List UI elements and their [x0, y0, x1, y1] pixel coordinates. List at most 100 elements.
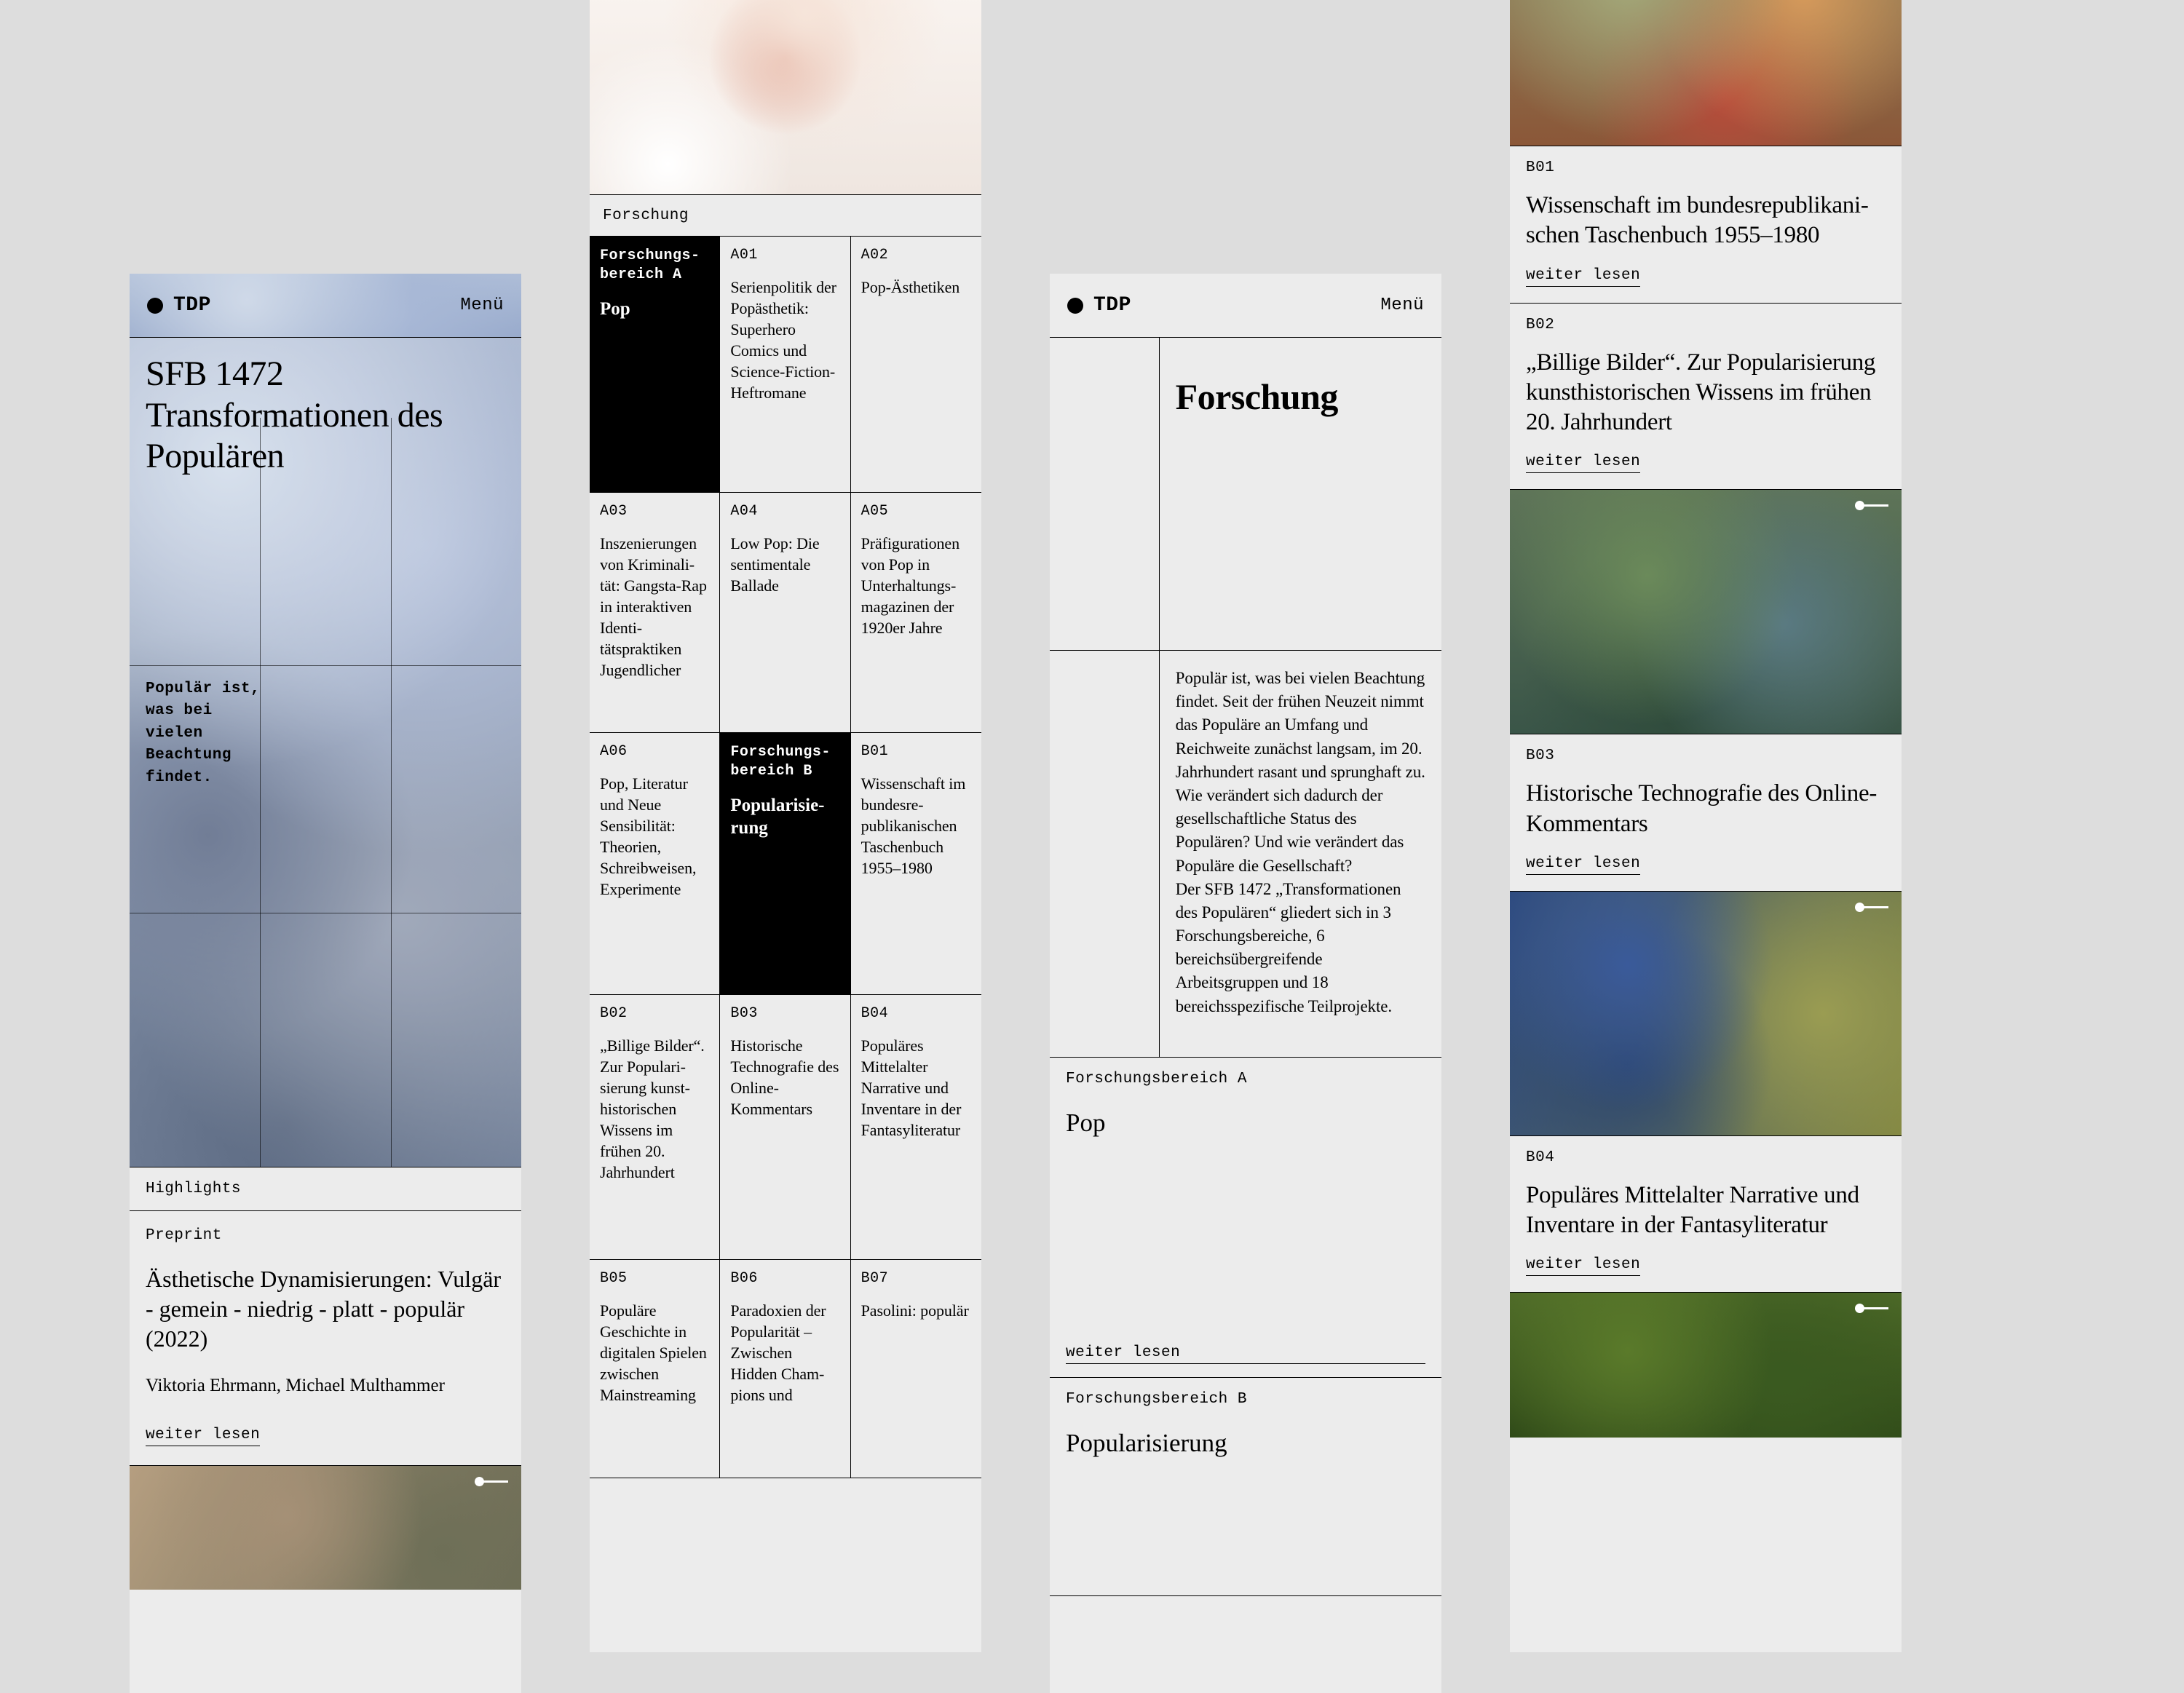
area-kicker: Forschungsbereich A	[1066, 1071, 1425, 1087]
screen-project-list: B01 Wissenschaft im bundesrepublikani­sc…	[1510, 0, 1902, 1652]
hero: SFB 1472 Transformationen des Populären …	[130, 338, 521, 1167]
top-image	[590, 0, 981, 195]
area-kicker: Forschungsbereich B	[1066, 1391, 1425, 1408]
area-label: Forschungs- bereich A	[600, 247, 709, 285]
project-cell[interactable]: A02 Pop-Ästheti­ken	[851, 237, 981, 493]
project-title: Historische Technografie des Online-Komm…	[730, 1035, 839, 1119]
readmore-link[interactable]: weiter lesen	[1526, 267, 1640, 287]
project-card[interactable]: B01 Wissenschaft im bundesrepublikani­sc…	[1510, 146, 1902, 303]
project-card[interactable]: B03 Historische Technografie des Online-…	[1510, 734, 1902, 891]
project-cell[interactable]: A04 Low Pop: Die sentimentale Ballade	[720, 493, 850, 733]
project-code: B04	[861, 1005, 971, 1022]
readmore-link[interactable]: weiter lesen	[1526, 453, 1640, 473]
page-title-row: Forschung	[1050, 338, 1441, 651]
readmore-link[interactable]: weiter lesen	[146, 1427, 260, 1446]
menu-button[interactable]: Menü	[1380, 296, 1424, 315]
project-title: „Billige Bilder“. Zur Populari­sierung k…	[600, 1035, 709, 1183]
area-title: Pop	[1066, 1108, 1425, 1138]
area-name: Pop	[600, 298, 709, 320]
menu-button[interactable]: Menü	[460, 296, 504, 315]
highlights-label: Highlights	[130, 1167, 521, 1211]
project-code: B01	[861, 743, 971, 760]
project-cell[interactable]: A06 Pop, Literatur und Neue Sensibilität…	[590, 733, 720, 995]
readmore-link[interactable]: weiter lesen	[1526, 1256, 1640, 1276]
project-cell[interactable]: A03 Inszenierungen von Kriminali­tät: Ga…	[590, 493, 720, 733]
project-code: B03	[730, 1005, 839, 1022]
header: TDP Menü	[1050, 274, 1441, 338]
slider-icon	[1858, 1307, 1888, 1309]
project-cell[interactable]: B03 Historische Technografie des Online-…	[720, 995, 850, 1260]
project-code: B05	[600, 1270, 709, 1287]
area-a-block[interactable]: Forschungsbereich A Pop weiter lesen	[1050, 1058, 1441, 1378]
project-cell[interactable]: B06 Paradoxien der Popularität – Zwische…	[720, 1260, 850, 1478]
project-title: Inszenierungen von Kriminali­tät: Gangst…	[600, 533, 709, 681]
logo-text: TDP	[1093, 294, 1131, 317]
readmore-link[interactable]: weiter lesen	[1066, 1344, 1425, 1364]
project-code: A06	[600, 743, 709, 760]
project-code: A02	[861, 247, 971, 263]
project-cell[interactable]: A05 Präfiguratio­nen von Pop in Unterhal…	[851, 493, 981, 733]
area-b-block[interactable]: Forschungsbereich B Popularisierung	[1050, 1378, 1441, 1596]
project-title: Paradoxien der Popularität – Zwischen Hi…	[730, 1300, 839, 1405]
project-title: Pop-Ästheti­ken	[861, 277, 971, 298]
project-title: Populäres Mittelalter Narrative und Inve…	[1526, 1181, 1886, 1241]
project-code: B01	[1526, 159, 1886, 176]
area-name: Popularisie- rung	[730, 794, 839, 840]
readmore-link[interactable]: weiter lesen	[1526, 855, 1640, 875]
slider-icon	[478, 1480, 508, 1483]
intro-row: Populär ist, was bei vielen Beachtung fi…	[1050, 651, 1441, 1058]
project-title: Pasolini: popu­lär	[861, 1300, 971, 1321]
logo[interactable]: TDP	[147, 294, 211, 317]
project-grid: Forschungs- bereich A Pop A01 Serienpoli…	[590, 236, 981, 1478]
screen-research-detail: TDP Menü Forschung Populär ist, was bei …	[1050, 274, 1441, 1693]
project-title: Serienpolitik der Popästhe­tik: Superher…	[730, 277, 839, 403]
area-title: Popularisierung	[1066, 1428, 1425, 1459]
project-cell[interactable]: B07 Pasolini: popu­lär	[851, 1260, 981, 1478]
hero-title: SFB 1472 Transformationen des Populären	[146, 354, 505, 477]
project-image	[1510, 489, 1902, 734]
project-image	[1510, 891, 1902, 1135]
project-code: A05	[861, 503, 971, 520]
area-a-cell[interactable]: Forschungs- bereich A Pop	[590, 237, 720, 493]
project-cell[interactable]: B02 „Billige Bilder“. Zur Populari­sieru…	[590, 995, 720, 1260]
slider-icon	[1858, 504, 1888, 507]
slider-icon	[1858, 906, 1888, 908]
project-title: Präfiguratio­nen von Pop in Unterhaltung…	[861, 533, 971, 638]
project-title: Pop, Literatur und Neue Sensibilität: Th…	[600, 773, 709, 900]
project-cell[interactable]: B05 Populäre Geschichte in digitalen Spi…	[590, 1260, 720, 1478]
project-title: Wissenschaft im bundesre­publikanischen …	[861, 773, 971, 879]
project-cell[interactable]: B04 Populäres Mittelalter Narrative und …	[851, 995, 981, 1260]
project-code: B02	[1526, 317, 1886, 333]
highlight-authors: Viktoria Ehrmann, Michael Multhammer	[146, 1374, 505, 1398]
project-code: B02	[600, 1005, 709, 1022]
logo-dot-icon	[147, 298, 163, 314]
project-title: „Billige Bilder“. Zur Popularisierung ku…	[1526, 348, 1886, 438]
logo-text: TDP	[173, 294, 211, 317]
project-card[interactable]: B02 „Billige Bilder“. Zur Popularisierun…	[1510, 303, 1902, 490]
highlight-image	[130, 1466, 521, 1590]
project-image	[1510, 0, 1902, 146]
screen-home: TDP Menü SFB 1472 Transformationen des P…	[130, 274, 521, 1693]
project-code: A03	[600, 503, 709, 520]
project-cell[interactable]: A01 Serienpolitik der Popästhe­tik: Supe…	[720, 237, 850, 493]
area-label: Forschungs- bereich B	[730, 743, 839, 781]
project-code: A04	[730, 503, 839, 520]
highlight-title: Ästhetische Dynamisierungen: Vulgär - ge…	[146, 1264, 505, 1354]
section-label: Forschung	[590, 195, 981, 236]
project-code: B04	[1526, 1149, 1886, 1166]
project-code: B07	[861, 1270, 971, 1287]
project-title: Populäres Mittelalter Narrative und Inve…	[861, 1035, 971, 1141]
project-title: Wissenschaft im bundesrepublikani­schen …	[1526, 191, 1886, 251]
project-card[interactable]: B04 Populäres Mittelalter Narrative und …	[1510, 1135, 1902, 1293]
area-b-cell[interactable]: Forschungs- bereich B Popularisie- rung	[720, 733, 850, 995]
project-title: Low Pop: Die sentimentale Ballade	[730, 533, 839, 596]
project-code: B03	[1526, 748, 1886, 764]
project-code: B06	[730, 1270, 839, 1287]
highlight-card[interactable]: Preprint Ästhetische Dynamisierungen: Vu…	[130, 1211, 521, 1466]
highlight-kicker: Preprint	[146, 1227, 505, 1244]
logo-dot-icon	[1067, 298, 1083, 314]
intro-text: Populär ist, was bei vielen Beachtung fi…	[1176, 667, 1425, 1018]
screen-research-grid: Forschung Forschungs- bereich A Pop A01 …	[590, 0, 981, 1652]
logo[interactable]: TDP	[1067, 294, 1131, 317]
project-cell[interactable]: B01 Wissenschaft im bundesre­publikanisc…	[851, 733, 981, 995]
